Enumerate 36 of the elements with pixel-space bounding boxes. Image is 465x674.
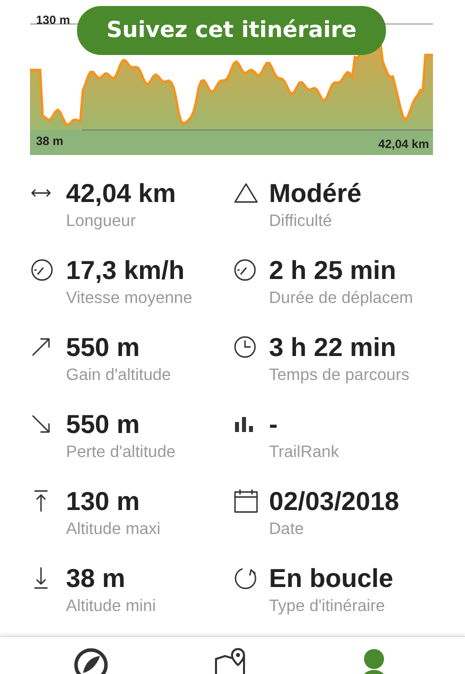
stat-value: 550 m [66, 331, 141, 363]
stat-value: 550 m [66, 408, 141, 440]
compass-icon[interactable] [72, 647, 109, 674]
triangle-icon [233, 182, 259, 204]
clock-icon [233, 335, 257, 359]
stat-value: 130 m [66, 485, 141, 517]
stat-label: Type d'itinéraire [269, 596, 386, 617]
stat-value: 3 h 22 min [269, 331, 398, 363]
follow-route-button[interactable]: Suivez cet itinéraire [77, 6, 386, 55]
stat-value: Modéré [269, 177, 362, 209]
stat-label: Temps de parcours [269, 365, 410, 386]
stat-value: En boucle [269, 562, 394, 594]
stat-label: Durée de déplacem [269, 288, 414, 309]
min-altitude-label: 38 m [36, 134, 64, 148]
stat-label: Vitesse moyenne [66, 288, 194, 309]
stat-label: Difficulté [269, 211, 333, 232]
stat-value: 42,04 km [66, 177, 177, 209]
gauge-icon [30, 258, 54, 282]
stat-value: 2 h 25 min [269, 254, 398, 286]
stat-label: Date [269, 519, 305, 540]
arrow-icon [30, 336, 52, 358]
stat-value: 38 m [66, 562, 126, 594]
arrow-icon [30, 413, 52, 435]
calendar-icon [233, 488, 259, 514]
stat-label: TrailRank [269, 442, 340, 463]
stat-label: Altitude mini [66, 596, 157, 617]
max-altitude-label: 130 m [36, 13, 70, 27]
gauge-icon [233, 258, 257, 282]
stat-label: Altitude maxi [66, 519, 162, 540]
stat-value: 17,3 km/h [66, 254, 186, 286]
stat-label: Gain d'altitude [66, 365, 172, 386]
stat-value: - [269, 408, 279, 440]
distance-label: 42,04 km [378, 137, 429, 151]
stat-value: 02/03/2018 [269, 485, 400, 517]
stat-label: Longueur [66, 211, 137, 232]
stat-label: Perte d'altitude [66, 442, 177, 463]
